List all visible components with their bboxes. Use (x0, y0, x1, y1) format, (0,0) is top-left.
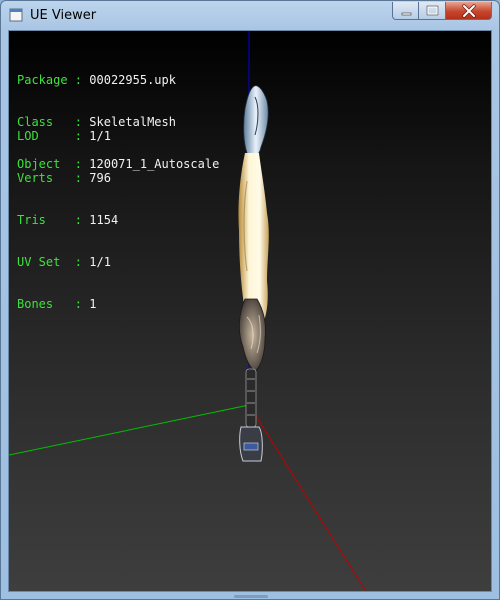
3d-viewport[interactable]: Package : 00022955.upk Class : SkeletalM… (8, 30, 492, 592)
stat-sep: : (67, 297, 90, 311)
stat-sep: : (67, 171, 90, 185)
stat-key: Bones (17, 297, 68, 311)
stat-row: LOD : 1/1 (17, 129, 118, 143)
stat-value: 1/1 (89, 129, 111, 143)
window-title: UE Viewer (30, 8, 97, 23)
stat-key: UV Set (17, 255, 68, 269)
stat-sep: : (67, 213, 90, 227)
info-value: 00022955.upk (89, 73, 176, 87)
info-key: Package (17, 73, 68, 87)
maximize-button[interactable] (419, 2, 446, 20)
close-icon (462, 4, 476, 18)
resize-grip[interactable] (234, 595, 268, 598)
sword-handle (245, 368, 257, 428)
blade-guard (239, 298, 266, 372)
app-icon (9, 8, 23, 22)
stat-sep: : (67, 129, 90, 143)
minimize-button[interactable] (392, 2, 419, 20)
stat-key: Verts (17, 171, 68, 185)
stat-sep: : (67, 255, 90, 269)
y-axis (9, 404, 250, 456)
info-row: Package : 00022955.upk (17, 73, 219, 87)
stat-value: 1 (89, 297, 97, 311)
stat-row: Tris : 1154 (17, 213, 118, 227)
stat-row: UV Set : 1/1 (17, 255, 118, 269)
pommel-gem (243, 442, 259, 451)
stat-row: Verts : 796 (17, 171, 118, 185)
app-window: UE Viewer Package: 00022955.upk Class:… (0, 0, 500, 600)
close-button[interactable] (446, 2, 492, 20)
stat-key: LOD (17, 129, 68, 143)
minimize-icon (401, 12, 412, 16)
maximize-icon (426, 5, 439, 16)
mesh-stats-panel: LOD : 1/1 Verts : 796 Tris : 1154 UV Set… (17, 101, 118, 339)
title-bar[interactable]: UE Viewer (1, 1, 499, 30)
stat-value: 1/1 (89, 255, 111, 269)
blade-tip (243, 85, 269, 157)
x-axis (248, 404, 367, 591)
stat-key: Tris (17, 213, 68, 227)
info-sep: : (67, 73, 90, 87)
stat-value: 796 (89, 171, 111, 185)
stat-value: 1154 (89, 213, 119, 227)
stat-row: Bones : 1 (17, 297, 118, 311)
